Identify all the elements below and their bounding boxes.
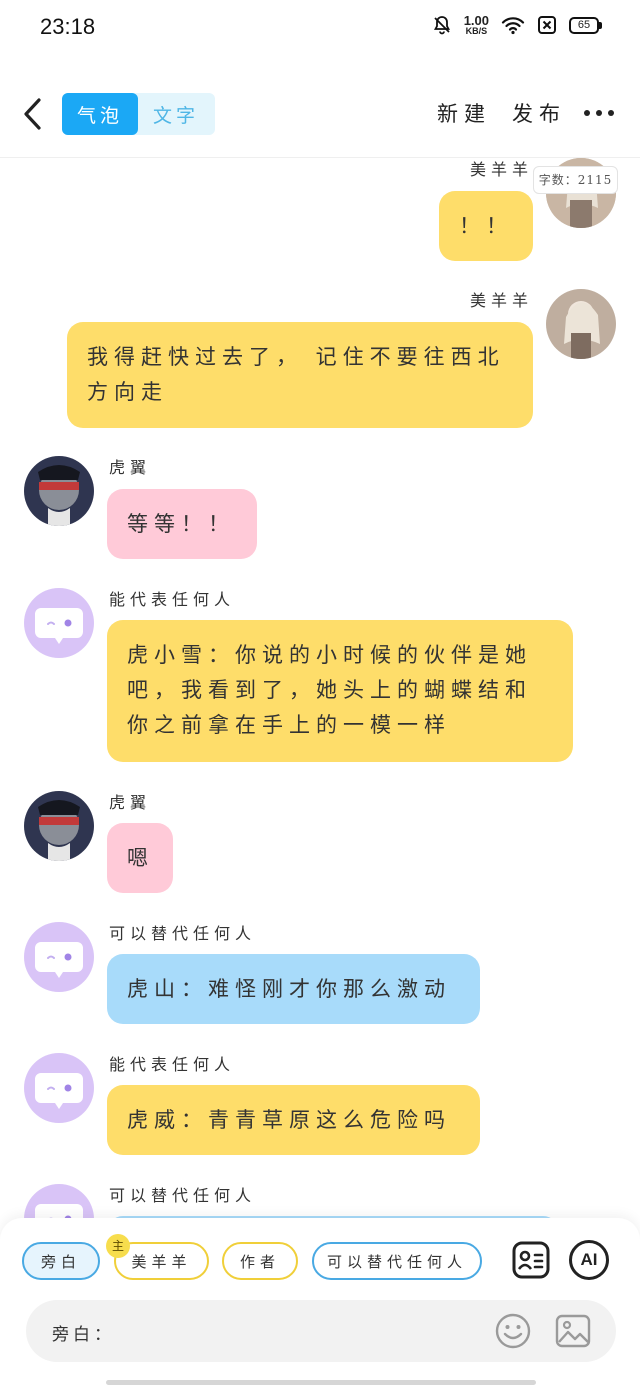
back-arrow-icon[interactable] [18, 94, 48, 134]
avatar[interactable] [24, 1053, 94, 1123]
avatar[interactable] [24, 1184, 94, 1220]
sim-blocked-icon [538, 16, 556, 34]
message-bubble[interactable]: 等等！！ [107, 489, 257, 559]
avatar[interactable] [24, 922, 94, 992]
status-time: 23:18 [40, 14, 96, 39]
top-nav: 气泡 文字 新建 发布 [0, 84, 640, 144]
message-bubble[interactable]: ！！ [439, 191, 533, 261]
bell-off-icon [433, 16, 450, 35]
net-speed-unit: KB/S [465, 26, 488, 36]
battery-level: 65 [569, 16, 599, 34]
sender-name: 能代表任何人 [109, 590, 236, 609]
ai-button[interactable]: AI [569, 1240, 609, 1280]
message-bubble[interactable]: 嗯 [107, 823, 173, 893]
net-speed: 1.00 KB/S [464, 14, 489, 36]
avatar[interactable] [24, 456, 94, 526]
emoji-icon[interactable] [494, 1312, 532, 1350]
sender-name: 能代表任何人 [109, 1055, 236, 1074]
message-input[interactable] [122, 1310, 482, 1352]
role-chip-narrator[interactable]: 旁白 [22, 1242, 100, 1280]
wifi-icon [501, 17, 525, 35]
role-chip-any-person[interactable]: 可以替代任何人 [312, 1242, 482, 1280]
host-badge: 主 [106, 1234, 130, 1258]
mode-switch: 气泡 文字 [62, 93, 215, 135]
word-count-badge: 字数：2115 [533, 166, 618, 194]
message-bubble[interactable]: 虎山：难怪刚才你那么激动 [107, 954, 480, 1024]
sender-name: 美羊羊 [470, 160, 534, 179]
sender-name: 可以替代任何人 [109, 1186, 257, 1205]
message-bubble[interactable]: 虎小雪：你说的小时候的伙伴是她吧，我看到了，她头上的蝴蝶结和你之前拿在手上的一模… [107, 620, 573, 762]
avatar[interactable] [546, 289, 616, 359]
ai-label: AI [580, 1250, 598, 1269]
chat-list[interactable]: 美羊羊 字数：2115 ！！ 美羊羊 我得赶快过去了， 记住不要往西北方向走 虎… [0, 158, 640, 1220]
sender-name: 虎翼 [109, 458, 152, 477]
character-card-icon[interactable] [511, 1240, 551, 1280]
bottom-panel: 旁白 美羊羊 主 作者 可以替代任何人 AI 旁白： [0, 1218, 640, 1387]
home-indicator[interactable] [106, 1380, 536, 1385]
publish-button[interactable]: 发布 [512, 98, 566, 128]
sender-name: 可以替代任何人 [109, 924, 257, 943]
status-bar: 23:18 1.00 KB/S 65 [0, 0, 640, 56]
input-role-label: 旁白： [52, 1325, 115, 1345]
avatar[interactable] [24, 588, 94, 658]
new-button[interactable]: 新建 [437, 98, 491, 128]
message-bubble[interactable]: 我得赶快过去了， 记住不要往西北方向走 [67, 322, 533, 428]
more-icon[interactable] [584, 110, 614, 118]
sender-name: 虎翼 [109, 793, 152, 812]
tab-text[interactable]: 文字 [138, 93, 214, 135]
message-input-row: 旁白： [26, 1300, 616, 1362]
battery-icon: 65 [569, 16, 602, 34]
message-bubble[interactable]: 虎威：青青草原这么危险吗 [107, 1085, 480, 1155]
status-icons: 1.00 KB/S 65 [432, 14, 602, 36]
sender-name: 美羊羊 [470, 291, 534, 310]
role-chip-author[interactable]: 作者 [222, 1242, 298, 1280]
avatar[interactable] [24, 791, 94, 861]
tab-bubble[interactable]: 气泡 [62, 93, 138, 135]
image-icon[interactable] [554, 1312, 592, 1350]
